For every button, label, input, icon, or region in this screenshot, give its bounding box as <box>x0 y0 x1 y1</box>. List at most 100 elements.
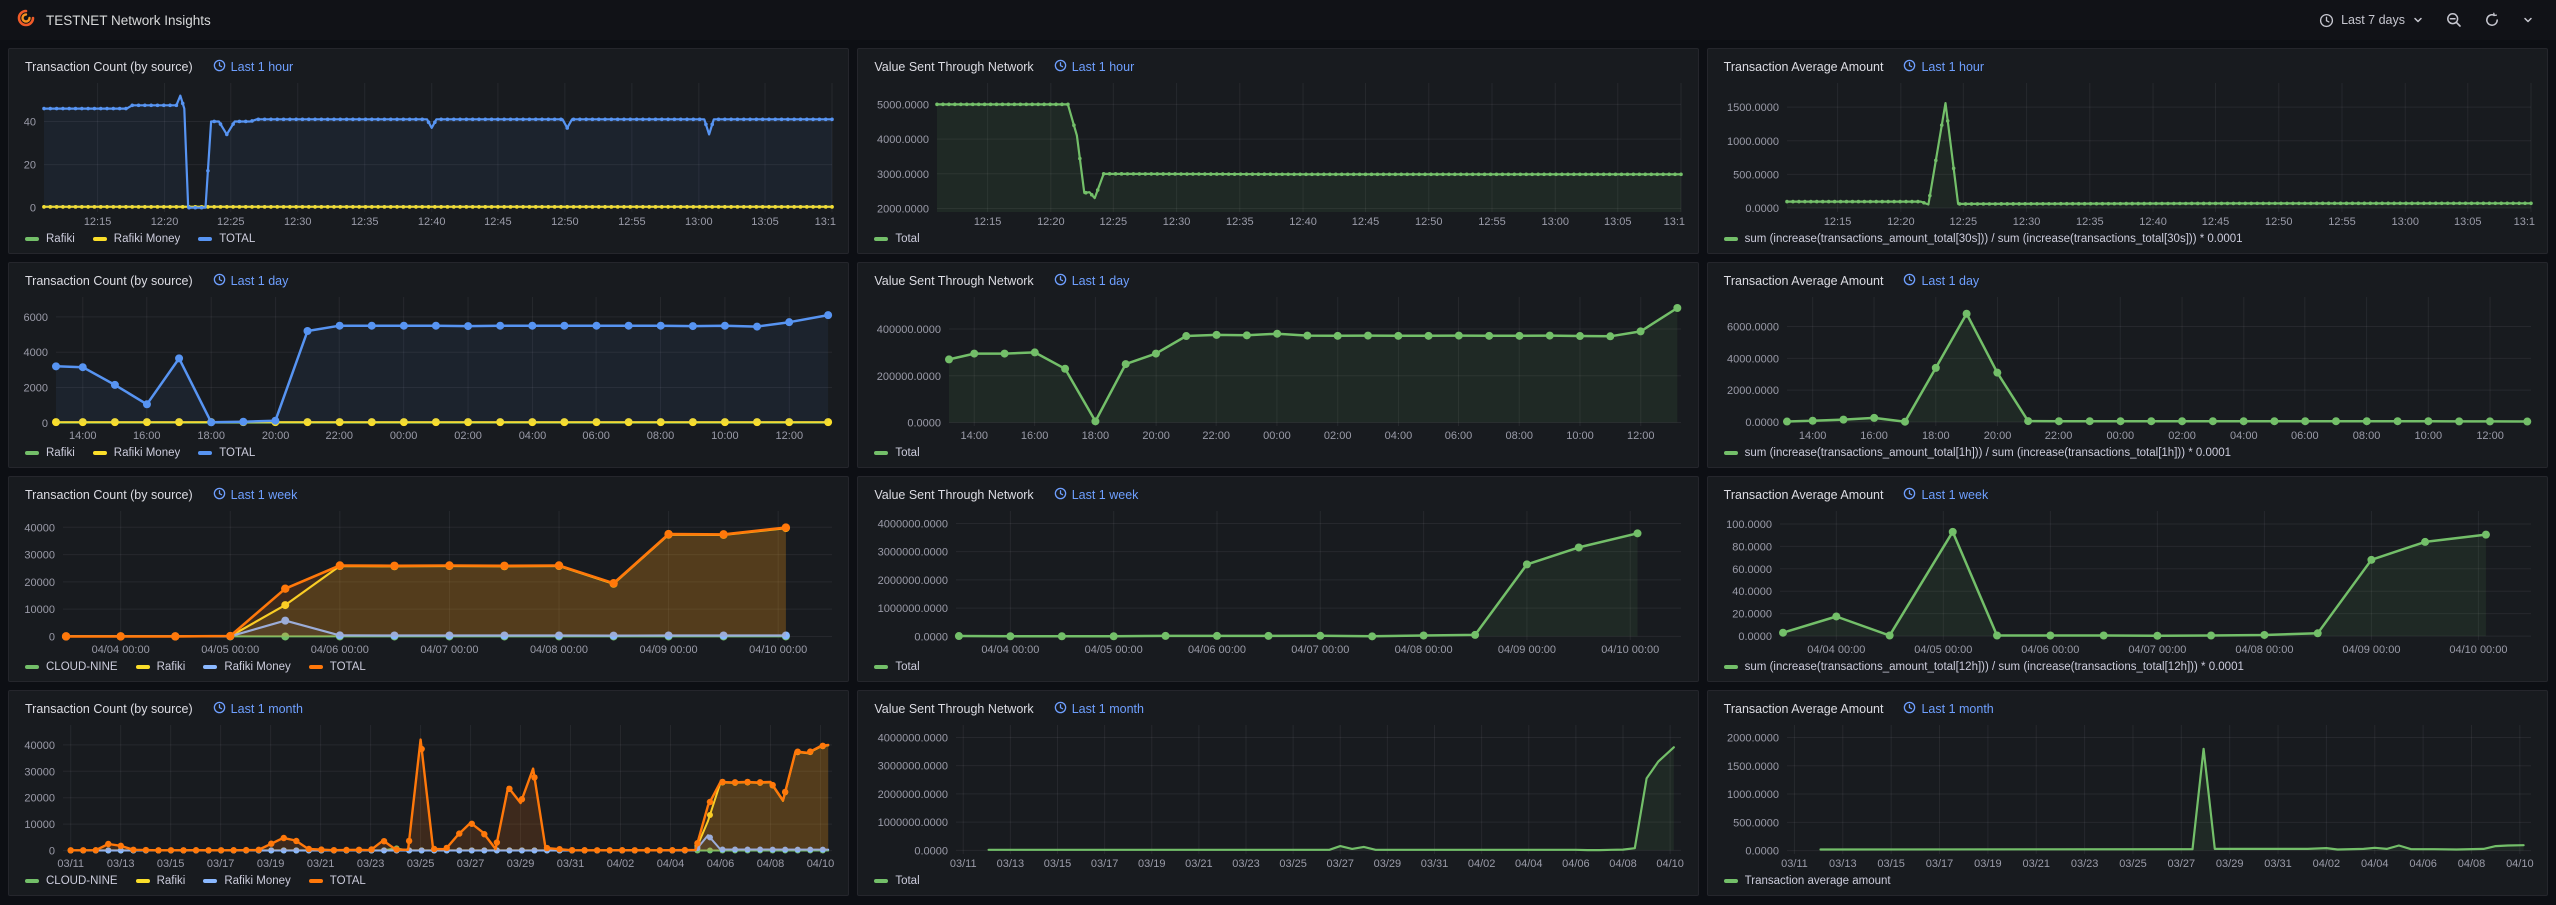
legend-item[interactable]: CLOUD-NINE <box>25 661 118 673</box>
svg-text:04/07 00:00: 04/07 00:00 <box>1292 644 1350 656</box>
svg-text:04/10 00:00: 04/10 00:00 <box>1602 644 1660 656</box>
svg-text:22:00: 22:00 <box>2044 430 2072 442</box>
svg-text:04/10: 04/10 <box>807 858 835 870</box>
legend-item[interactable]: Total <box>874 875 919 887</box>
svg-text:03/21: 03/21 <box>1185 858 1213 870</box>
legend-item[interactable]: Total <box>874 661 919 673</box>
legend-label: Rafiki Money <box>224 875 290 887</box>
legend-item[interactable]: TOTAL <box>309 661 366 673</box>
svg-text:6000: 6000 <box>24 312 48 324</box>
time-range-picker[interactable]: Last 7 days <box>2313 9 2430 32</box>
legend-item[interactable]: Rafiki <box>25 233 75 245</box>
legend-label: CLOUD-NINE <box>46 875 118 887</box>
time-series-chart[interactable]: 04/04 00:0004/05 00:0004/06 00:0004/07 0… <box>17 507 840 657</box>
svg-text:10000: 10000 <box>24 819 55 831</box>
panel-time-link[interactable]: Last 1 day <box>1903 273 1979 289</box>
legend-item[interactable]: Total <box>874 233 919 245</box>
legend-item[interactable]: sum (increase(transactions_amount_total[… <box>1724 447 2231 459</box>
refresh-interval-dropdown[interactable] <box>2516 10 2540 30</box>
svg-text:12:45: 12:45 <box>484 216 512 228</box>
panel-time-link[interactable]: Last 1 hour <box>1903 59 1984 75</box>
svg-text:4000.0000: 4000.0000 <box>1727 353 1779 365</box>
panel-time-link[interactable]: Last 1 hour <box>1054 59 1135 75</box>
svg-text:12:50: 12:50 <box>551 216 579 228</box>
svg-text:04/08: 04/08 <box>1610 858 1638 870</box>
clock-icon <box>1903 487 1916 503</box>
svg-text:12:20: 12:20 <box>1887 216 1915 228</box>
legend-item[interactable]: Rafiki <box>25 447 75 459</box>
time-series-chart[interactable]: 14:0016:0018:0020:0022:0000:0002:0004:00… <box>1716 293 2539 443</box>
svg-text:20: 20 <box>24 160 36 172</box>
panel-time-link-label: Last 1 hour <box>231 60 294 74</box>
svg-text:13:05: 13:05 <box>751 216 779 228</box>
svg-text:0.0000: 0.0000 <box>1745 203 1779 215</box>
legend-item[interactable]: Total <box>874 447 919 459</box>
time-series-chart[interactable]: 14:0016:0018:0020:0022:0000:0002:0004:00… <box>17 293 840 443</box>
panel-header[interactable]: Transaction Average Amount Last 1 hour <box>1716 53 2539 79</box>
panel-header[interactable]: Transaction Average Amount Last 1 week <box>1716 481 2539 507</box>
panel-header[interactable]: Value Sent Through Network Last 1 month <box>866 695 1689 721</box>
panel-time-link[interactable]: Last 1 week <box>213 487 298 503</box>
panel-time-link[interactable]: Last 1 week <box>1903 487 1988 503</box>
legend-item[interactable]: TOTAL <box>198 233 255 245</box>
time-series-chart[interactable]: 04/04 00:0004/05 00:0004/06 00:0004/07 0… <box>1716 507 2539 657</box>
legend-item[interactable]: Rafiki Money <box>203 661 290 673</box>
svg-text:04/06 00:00: 04/06 00:00 <box>1188 644 1246 656</box>
legend-item[interactable]: Rafiki <box>136 661 186 673</box>
legend-item[interactable]: Transaction average amount <box>1724 875 1891 887</box>
panel-time-link[interactable]: Last 1 hour <box>213 59 294 75</box>
svg-text:03/21: 03/21 <box>2022 858 2050 870</box>
panel-legend: Total <box>866 657 1689 677</box>
time-series-chart[interactable]: 03/1103/1303/1503/1703/1903/2103/2303/25… <box>17 721 840 871</box>
panel-title: Value Sent Through Network <box>874 488 1033 502</box>
panel-header[interactable]: Transaction Count (by source) Last 1 mon… <box>17 695 840 721</box>
legend-item[interactable]: TOTAL <box>198 447 255 459</box>
time-series-chart[interactable]: 03/1103/1303/1503/1703/1903/2103/2303/25… <box>1716 721 2539 871</box>
legend-item[interactable]: sum (increase(transactions_amount_total[… <box>1724 661 2244 673</box>
refresh-button[interactable] <box>2478 8 2506 32</box>
clock-icon <box>1903 701 1916 717</box>
svg-text:1000000.0000: 1000000.0000 <box>878 603 948 615</box>
time-series-chart[interactable]: 12:1512:2012:2512:3012:3512:4012:4512:50… <box>1716 79 2539 229</box>
panel-time-link[interactable]: Last 1 week <box>1054 487 1139 503</box>
legend-item[interactable]: sum (increase(transactions_amount_total[… <box>1724 233 2243 245</box>
legend-item[interactable]: CLOUD-NINE <box>25 875 118 887</box>
time-series-chart[interactable]: 12:1512:2012:2512:3012:3512:4012:4512:50… <box>866 79 1689 229</box>
svg-text:04/09 00:00: 04/09 00:00 <box>2342 644 2400 656</box>
legend-item[interactable]: Rafiki Money <box>203 875 290 887</box>
svg-text:04/07 00:00: 04/07 00:00 <box>2128 644 2186 656</box>
panel-header[interactable]: Transaction Count (by source) Last 1 hou… <box>17 53 840 79</box>
time-series-chart[interactable]: 03/1103/1303/1503/1703/1903/2103/2303/25… <box>866 721 1689 871</box>
svg-text:20:00: 20:00 <box>1143 430 1171 442</box>
panel-header[interactable]: Value Sent Through Network Last 1 day <box>866 267 1689 293</box>
svg-text:12:00: 12:00 <box>2476 430 2504 442</box>
legend-item[interactable]: Rafiki Money <box>93 233 180 245</box>
svg-text:04/02: 04/02 <box>2312 858 2340 870</box>
panel-title: Value Sent Through Network <box>874 274 1033 288</box>
time-series-chart[interactable]: 12:1512:2012:2512:3012:3512:4012:4512:50… <box>17 79 840 229</box>
panel-time-link[interactable]: Last 1 day <box>1054 273 1130 289</box>
legend-item[interactable]: Rafiki <box>136 875 186 887</box>
svg-text:12:20: 12:20 <box>151 216 179 228</box>
panel-time-link-label: Last 1 week <box>1921 488 1988 502</box>
panel-header[interactable]: Value Sent Through Network Last 1 week <box>866 481 1689 507</box>
panel-header[interactable]: Transaction Average Amount Last 1 day <box>1716 267 2539 293</box>
panel-header[interactable]: Value Sent Through Network Last 1 hour <box>866 53 1689 79</box>
panel: Transaction Count (by source) Last 1 day… <box>8 262 849 468</box>
panel-time-link[interactable]: Last 1 month <box>213 701 303 717</box>
panel-header[interactable]: Transaction Count (by source) Last 1 wee… <box>17 481 840 507</box>
svg-text:0.0000: 0.0000 <box>1745 417 1779 429</box>
panel-time-link[interactable]: Last 1 month <box>1054 701 1144 717</box>
legend-label: Total <box>895 447 919 459</box>
panel-time-link[interactable]: Last 1 day <box>213 273 289 289</box>
panel-time-link-label: Last 1 day <box>1921 274 1979 288</box>
panel-time-link[interactable]: Last 1 month <box>1903 701 1993 717</box>
time-series-chart[interactable]: 04/04 00:0004/05 00:0004/06 00:0004/07 0… <box>866 507 1689 657</box>
panel-header[interactable]: Transaction Count (by source) Last 1 day <box>17 267 840 293</box>
legend-item[interactable]: TOTAL <box>309 875 366 887</box>
time-series-chart[interactable]: 14:0016:0018:0020:0022:0000:0002:0004:00… <box>866 293 1689 443</box>
panel-header[interactable]: Transaction Average Amount Last 1 month <box>1716 695 2539 721</box>
legend-item[interactable]: Rafiki Money <box>93 447 180 459</box>
zoom-out-button[interactable] <box>2440 8 2468 32</box>
grafana-logo[interactable] <box>16 8 36 33</box>
